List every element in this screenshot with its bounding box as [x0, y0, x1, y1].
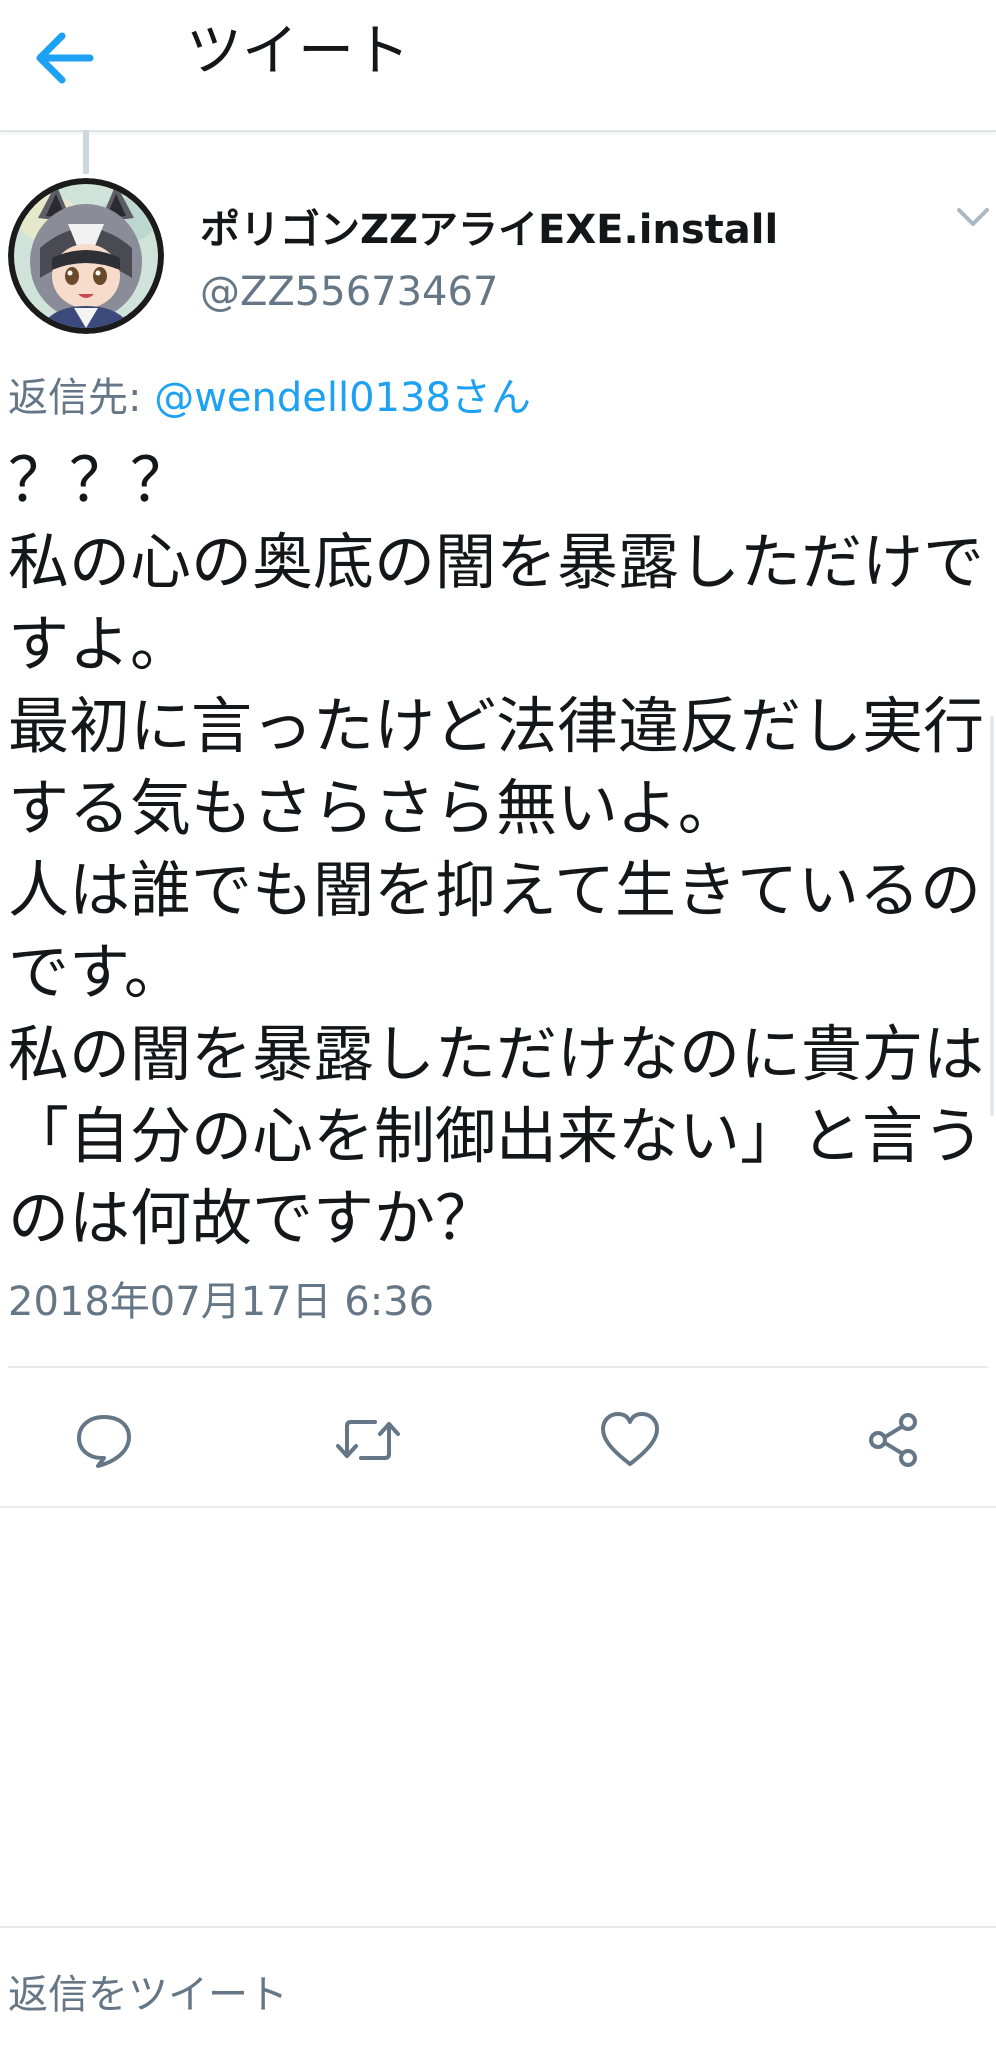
top-app-bar: ツイート: [0, 0, 996, 132]
retweet-button[interactable]: [328, 1400, 408, 1480]
thread-connector-line: [83, 130, 89, 174]
author-display-name[interactable]: ポリゴンZZアライEXE.install: [200, 202, 778, 258]
tweet-options-button[interactable]: [955, 205, 996, 245]
chevron-down-icon: [957, 208, 989, 226]
retweet-icon: [336, 1420, 400, 1460]
avatar[interactable]: [8, 178, 164, 334]
tweet-text-line: のは何故ですか？: [8, 1183, 497, 1254]
like-button[interactable]: [590, 1400, 670, 1480]
tweet-timestamp: 2018年07月17日 6:36: [8, 1279, 435, 1325]
reply-button[interactable]: [64, 1400, 144, 1480]
reply-tweet-input[interactable]: 返信をツイート: [8, 1965, 968, 2025]
tweet-text-line: 人は誰でも闇を抑えて生きているの: [8, 855, 981, 926]
heart-icon: [601, 1412, 659, 1466]
avatar-image: [8, 178, 164, 334]
tweet-text-line: 最初に言ったけど法律違反だし実行: [8, 691, 985, 762]
scrollbar[interactable]: [990, 716, 994, 1116]
tweet-text-line: 「自分の心を制御出来ない」と言う: [8, 1101, 985, 1172]
divider: [8, 1366, 988, 1368]
page-title: ツイート: [186, 19, 410, 84]
tweet-text: ？？？ 私の心の奥底の闇を暴露しただけで すよ。 最初に言ったけど法律違反だし実…: [8, 440, 988, 1260]
reply-to-mention-link[interactable]: @wendell0138さん: [154, 375, 531, 421]
tweet-text-line: です。: [8, 937, 185, 1008]
divider: [0, 1926, 996, 1928]
tweet-text-line: すよ。: [8, 609, 192, 680]
comment-icon: [77, 1415, 131, 1468]
tweet-text-line: 私の心の奥底の闇を暴露しただけで: [8, 527, 985, 598]
share-icon: [869, 1413, 917, 1467]
arrow-left-icon: [36, 32, 94, 84]
tweet-text-line: 私の闇を暴露しただけなのに貴方は: [8, 1019, 985, 1090]
tweet-text-line: する気もさらさら無いよ。: [8, 773, 739, 844]
share-button[interactable]: [854, 1400, 934, 1480]
reply-to-line: 返信先: @wendell0138さん: [8, 370, 531, 426]
divider: [0, 1506, 996, 1508]
tweet-text-line: ？？？: [8, 445, 192, 516]
reply-to-label: 返信先:: [8, 375, 142, 421]
author-handle[interactable]: @ZZ55673467: [200, 264, 498, 320]
back-button[interactable]: [24, 18, 104, 98]
